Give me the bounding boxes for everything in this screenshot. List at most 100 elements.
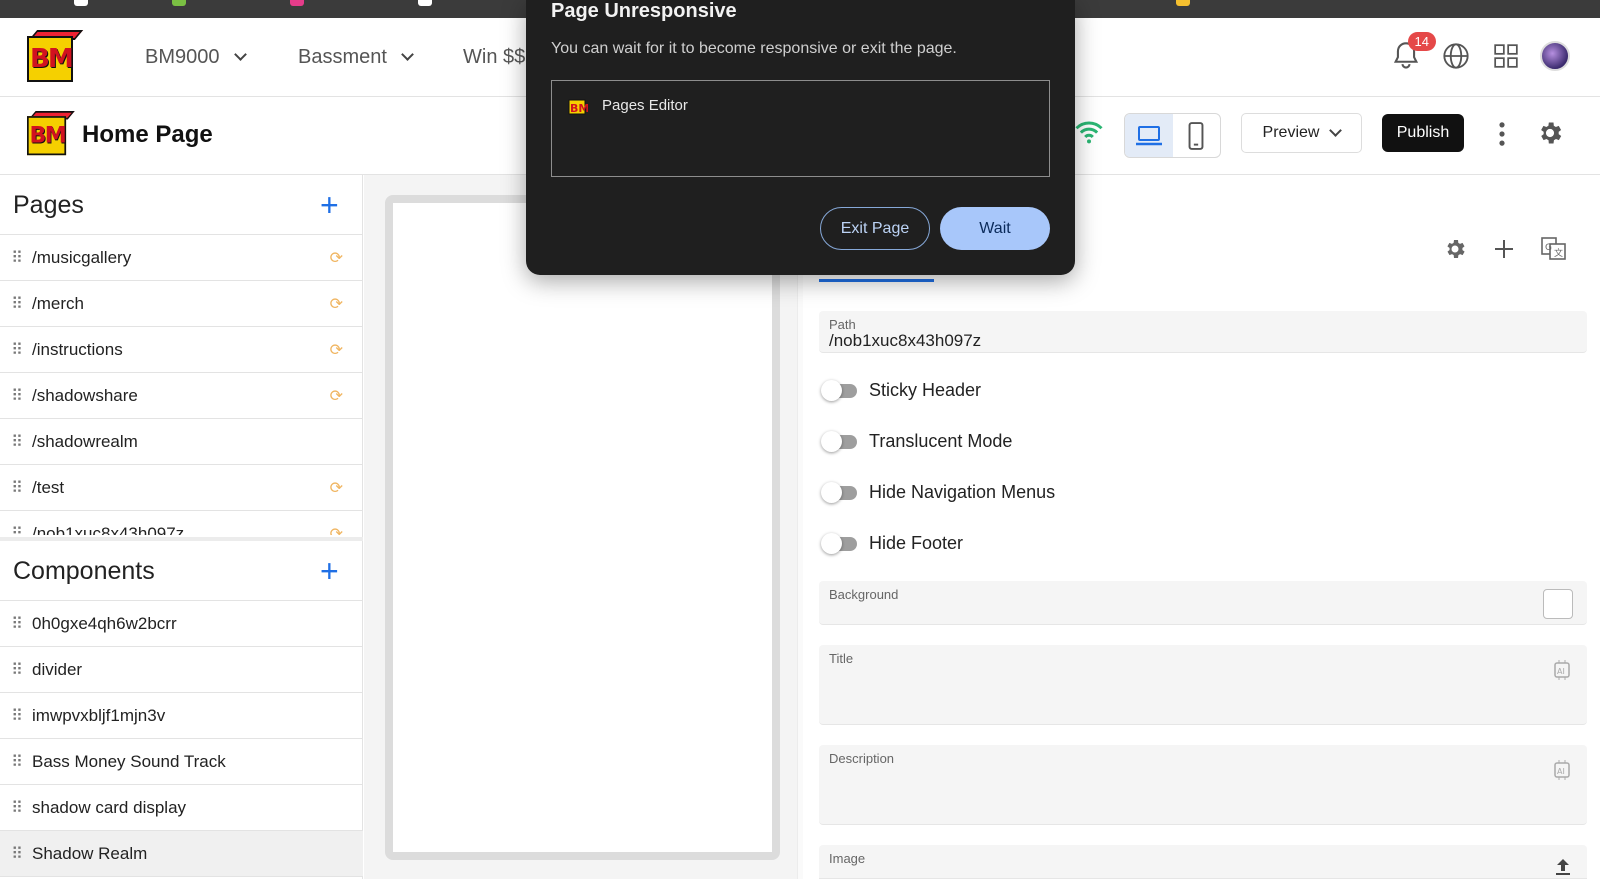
title-field[interactable]: Title AI	[819, 645, 1587, 725]
drag-handle-icon[interactable]: ⠿	[0, 706, 32, 726]
drag-handle-icon[interactable]: ⠿	[0, 248, 32, 268]
svg-text:G: G	[1545, 243, 1552, 253]
component-item[interactable]: ⠿ divider	[0, 647, 363, 693]
notifications-button[interactable]: 14	[1390, 32, 1436, 72]
switch-knob	[821, 481, 842, 503]
add-icon[interactable]	[1493, 238, 1515, 260]
nav-menu-win[interactable]: Win $$	[463, 46, 525, 69]
toggle-label: Translucent Mode	[869, 431, 1013, 451]
pages-title: Pages	[13, 191, 84, 219]
page-logo: BM	[27, 111, 75, 157]
page-item[interactable]: ⠿/nob1xuc8x43h097z ⟳	[0, 511, 363, 536]
pages-section-header: Pages +	[0, 175, 363, 235]
preview-label: Preview	[1262, 124, 1320, 141]
toggle-hide-footer[interactable]: Hide Footer	[821, 532, 963, 554]
ai-assist-icon[interactable]: AI	[1551, 759, 1573, 781]
component-item[interactable]: ⠿ Bass Money Sound Track	[0, 739, 363, 785]
svg-text:BM: BM	[570, 102, 588, 115]
page-item[interactable]: ⠿/shadowshare ⟳	[0, 373, 363, 419]
page-item[interactable]: ⠿/shadowrealm	[0, 419, 363, 465]
drag-handle-icon[interactable]: ⠿	[0, 660, 32, 680]
panel-actions: G文	[1443, 237, 1567, 261]
add-component-button[interactable]: +	[320, 555, 339, 587]
component-item[interactable]: ⠿ Shadow Realm	[0, 831, 363, 877]
ai-assist-icon[interactable]: AI	[1551, 659, 1573, 681]
page-item-label: /musicgallery	[32, 247, 132, 267]
publish-button[interactable]: Publish	[1382, 114, 1464, 152]
exit-page-button[interactable]: Exit Page	[820, 207, 930, 250]
description-field[interactable]: Description AI	[819, 745, 1587, 825]
switch[interactable]	[821, 379, 857, 401]
components-section-header: Components +	[0, 537, 363, 601]
sync-icon: ⟳	[329, 341, 343, 359]
toggle-translucent-mode[interactable]: Translucent Mode	[821, 430, 1013, 452]
toggle-label: Hide Navigation Menus	[869, 482, 1056, 502]
tab-favicon	[290, 0, 304, 6]
drag-handle-icon[interactable]: ⠿	[0, 614, 32, 634]
editor-canvas	[364, 175, 797, 879]
background-field[interactable]: Background	[819, 581, 1587, 625]
switch[interactable]	[821, 430, 857, 452]
svg-text:AI: AI	[1557, 667, 1565, 676]
toggle-hide-navigation-menus[interactable]: Hide Navigation Menus	[821, 481, 1056, 503]
switch-knob	[821, 379, 842, 401]
drag-handle-icon[interactable]: ⠿	[0, 294, 32, 314]
nav-menu-bassment[interactable]: Bassment	[298, 46, 414, 69]
components-list: ⠿ 0h0gxe4qh6w2bcrr ⠿ divider ⠿ imwpvxbljf1m…	[0, 601, 363, 879]
more-options-icon[interactable]	[1497, 121, 1507, 147]
chevron-down-icon	[401, 48, 414, 61]
switch[interactable]	[821, 532, 857, 554]
component-item[interactable]: ⠿ imwpvxbljf1mjn3v	[0, 693, 363, 739]
sync-icon: ⟳	[329, 295, 343, 313]
page-unresponsive-dialog: Page Unresponsive You can wait for it to…	[526, 0, 1075, 275]
active-tab-indicator	[819, 279, 934, 282]
drag-handle-icon[interactable]: ⠿	[0, 340, 32, 360]
device-toggle	[1124, 113, 1221, 158]
tab-favicon	[172, 0, 186, 6]
desktop-view-button[interactable]	[1125, 114, 1173, 157]
wait-button[interactable]: Wait	[940, 207, 1050, 250]
page-item[interactable]: ⠿/merch ⟳	[0, 281, 363, 327]
dialog-title: Page Unresponsive	[551, 0, 737, 22]
upload-icon[interactable]	[1553, 857, 1573, 877]
path-field[interactable]: Path /nob1xuc8x43h097z	[819, 311, 1587, 353]
sync-icon: ⟳	[329, 387, 343, 405]
preview-dropdown[interactable]: Preview	[1241, 113, 1362, 153]
top-actions: 14	[1390, 32, 1570, 72]
switch[interactable]	[821, 481, 857, 503]
nav-menu-bm9000[interactable]: BM9000	[145, 46, 247, 69]
page-item[interactable]: ⠿/musicgallery ⟳	[0, 235, 363, 281]
page-preview-frame[interactable]	[385, 195, 780, 860]
settings-gear-icon[interactable]	[1536, 119, 1564, 147]
drag-handle-icon[interactable]: ⠿	[0, 524, 32, 536]
unresponsive-page-name: Pages Editor	[602, 97, 688, 114]
translate-icon[interactable]: G文	[1541, 237, 1567, 261]
drag-handle-icon[interactable]: ⠿	[0, 478, 32, 498]
page-item[interactable]: ⠿/instructions ⟳	[0, 327, 363, 373]
user-avatar[interactable]	[1540, 41, 1570, 71]
image-field[interactable]: Image	[819, 845, 1587, 879]
image-label: Image	[829, 851, 866, 866]
star-icon	[1176, 0, 1190, 6]
mobile-view-button[interactable]	[1173, 114, 1221, 157]
drag-handle-icon[interactable]: ⠿	[0, 386, 32, 406]
brand-logo[interactable]: BM	[27, 30, 84, 84]
pages-list: ⠿/musicgallery ⟳ ⠿/merch ⟳ ⠿/instructions ⟳…	[0, 235, 363, 535]
drag-handle-icon[interactable]: ⠿	[0, 432, 32, 452]
component-item[interactable]: ⠿ 0h0gxe4qh6w2bcrr	[0, 601, 363, 647]
path-label: Path	[829, 317, 856, 332]
language-button[interactable]	[1440, 40, 1472, 72]
component-item-label: imwpvxbljf1mjn3v	[32, 705, 166, 725]
drag-handle-icon[interactable]: ⠿	[0, 798, 32, 818]
background-color-swatch[interactable]	[1543, 589, 1573, 619]
gear-icon[interactable]	[1443, 237, 1467, 261]
drag-handle-icon[interactable]: ⠿	[0, 752, 32, 772]
page-item-label: /instructions	[32, 339, 123, 359]
page-item[interactable]: ⠿/test ⟳	[0, 465, 363, 511]
drag-handle-icon[interactable]: ⠿	[0, 844, 32, 864]
apps-button[interactable]	[1490, 40, 1522, 72]
component-item[interactable]: ⠿ shadow card display	[0, 785, 363, 831]
page-title: Home Page	[82, 121, 213, 148]
toggle-sticky-header[interactable]: Sticky Header	[821, 379, 981, 401]
add-page-button[interactable]: +	[320, 189, 339, 221]
